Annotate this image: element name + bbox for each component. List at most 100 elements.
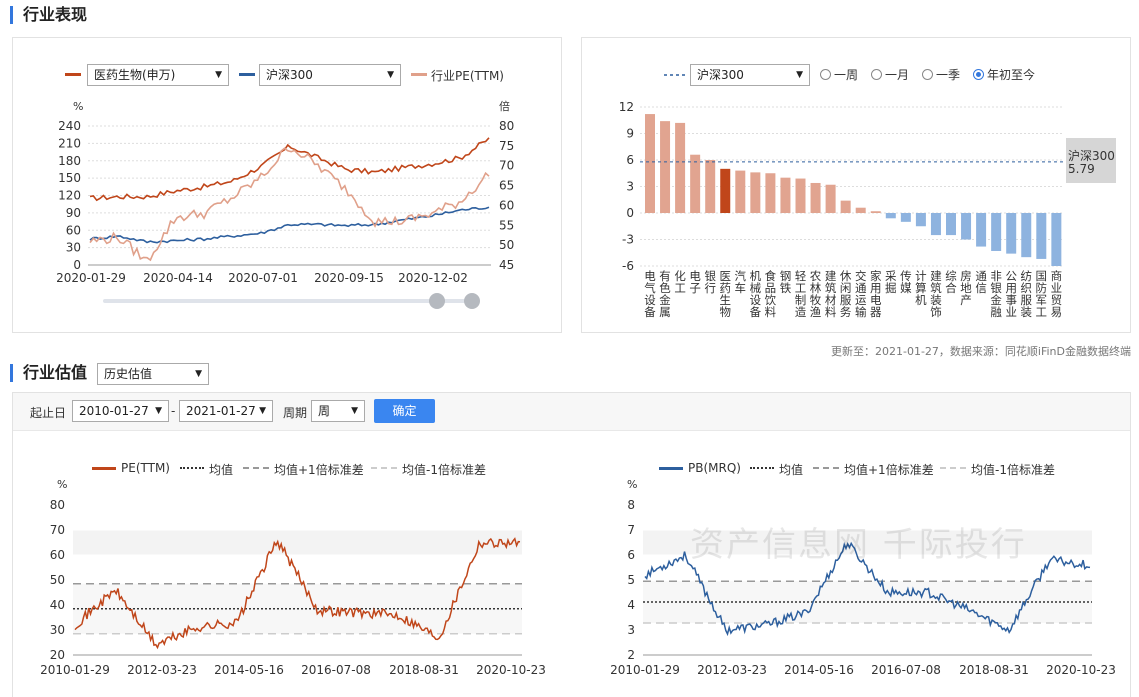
- y-tick-label: 8: [627, 498, 635, 512]
- bar-计算机: [915, 213, 926, 227]
- y-tick-label: 0: [626, 206, 634, 220]
- category-label: 银行: [704, 269, 716, 295]
- bar-汽车: [735, 170, 746, 213]
- bar-建筑装饰: [930, 213, 941, 236]
- y2-tick-label: 80: [499, 119, 514, 133]
- range-slider-track[interactable]: [103, 299, 473, 303]
- category-label: 家用电器: [870, 269, 882, 319]
- category-label: 交通运输: [854, 269, 867, 319]
- section-title-performance: 行业表现: [10, 6, 87, 24]
- bar-银行: [705, 160, 716, 213]
- bar-化工: [675, 122, 686, 213]
- legend-minus-swatch: [940, 467, 966, 469]
- period-value: 周: [318, 404, 331, 418]
- category-label: 商业贸易: [1050, 269, 1063, 319]
- legend-mean-swatch: [750, 467, 774, 469]
- y-tick-label: 240: [58, 119, 81, 133]
- y-tick-label: 60: [50, 548, 65, 562]
- y2-tick-label: 70: [499, 159, 514, 173]
- y-unit: %: [627, 478, 637, 491]
- y-tick-label: 20: [50, 648, 65, 662]
- x-tick-label: 2020-01-29: [56, 271, 126, 285]
- y2-tick-label: 50: [499, 238, 514, 252]
- confirm-button[interactable]: 确定: [374, 399, 435, 423]
- y-tick-label: 30: [66, 241, 81, 255]
- watermark: 资产信息网 千际投行: [690, 525, 1027, 565]
- y-tick-label: -6: [622, 259, 634, 273]
- category-label: 计算机: [915, 269, 927, 307]
- bar-纺织服装: [1021, 213, 1032, 258]
- x-tick-label: 2010-01-29: [40, 663, 110, 677]
- bar-非银金融: [991, 213, 1002, 251]
- category-label: 传媒: [900, 269, 912, 295]
- y-tick-label: 6: [626, 153, 634, 167]
- y-tick-label: 3: [627, 623, 635, 637]
- y-tick-label: 80: [50, 498, 65, 512]
- x-tick-label: 2020-12-02: [398, 271, 468, 285]
- start-date-value: 2010-01-27: [79, 404, 149, 418]
- y-tick-label: 120: [58, 189, 81, 203]
- chevron-down-icon: ▼: [259, 406, 266, 416]
- update-note: 更新至：2021-01-27，数据来源：同花顺iFinD金融数据终端: [830, 345, 1131, 358]
- period-select[interactable]: 周 ▼: [311, 400, 365, 422]
- end-date-select[interactable]: 2021-01-27 ▼: [179, 400, 273, 422]
- category-label: 电子: [689, 269, 701, 295]
- category-label: 机械设备: [749, 269, 762, 319]
- bar-采掘: [885, 213, 896, 219]
- date-range-label: 起止日: [30, 406, 67, 420]
- legend-plus-swatch: [243, 467, 269, 469]
- category-label: 食品饮料: [764, 269, 777, 319]
- y-tick-label: 5: [627, 573, 635, 587]
- bar-交通运输: [855, 207, 866, 213]
- category-label: 汽车: [734, 269, 747, 295]
- bar-家用电器: [870, 211, 881, 213]
- bar-通信: [976, 213, 987, 247]
- category-label: 钢铁: [779, 269, 792, 295]
- category-label: 纺织服装: [1020, 269, 1033, 319]
- x-tick-label: 2020-10-23: [476, 663, 546, 677]
- x-tick-label: 2020-09-15: [314, 271, 384, 285]
- x-tick-label: 2014-05-16: [784, 663, 854, 677]
- chevron-down-icon: ▼: [155, 406, 162, 416]
- y-tick-label: 2: [627, 648, 635, 662]
- y2-tick-label: 45: [499, 258, 514, 272]
- category-label: 有色金属: [659, 269, 671, 319]
- y2-tick-label: 60: [499, 198, 514, 212]
- y-tick-label: 7: [627, 523, 635, 537]
- range-slider-handle-end[interactable]: [464, 293, 480, 309]
- y-tick-label: 40: [50, 598, 65, 612]
- category-label: 建筑材料: [824, 269, 837, 319]
- ranking-panel: 沪深300 ▼ 一周 一月 一季 年初至今 12 9 6 3 0 -3 -6 电气设备 有色金…: [581, 37, 1131, 333]
- period-label: 周期: [283, 406, 308, 420]
- category-label: 建筑装饰: [930, 269, 942, 319]
- reference-tag-value: 5.79: [1068, 162, 1095, 176]
- pb-chart: 8 7 6 5 4 3 2% 2010-01-29 2012-03-23 2014-05-16 20…: [610, 478, 1116, 677]
- start-date-select[interactable]: 2010-01-27 ▼: [72, 400, 169, 422]
- category-label: 化工: [674, 269, 686, 295]
- valuation-mode-select[interactable]: 历史估值 ▼: [97, 363, 209, 385]
- bar-传媒: [900, 213, 911, 222]
- bar-公用事业: [1006, 213, 1017, 254]
- range-slider-handle-start[interactable]: [429, 293, 445, 309]
- y-tick-label: 4: [627, 598, 635, 612]
- right-unit: 倍: [499, 99, 510, 113]
- chevron-down-icon: ▼: [195, 369, 202, 379]
- category-label: 通信: [975, 269, 987, 295]
- bar-轻工制造: [795, 178, 806, 213]
- x-tick-label: 2010-01-29: [610, 663, 680, 677]
- y-tick-label: 50: [50, 573, 65, 587]
- y-tick-label: 3: [626, 180, 634, 194]
- category-label: 非银金融: [990, 269, 1002, 319]
- x-tick-label: 2012-03-23: [697, 663, 767, 677]
- x-tick-label: 2016-07-08: [301, 663, 371, 677]
- bar-房地产: [961, 213, 972, 240]
- x-tick-label: 2016-07-08: [871, 663, 941, 677]
- category-label: 轻工制造: [794, 269, 807, 319]
- x-tick-label: 2020-10-23: [1046, 663, 1116, 677]
- performance-panel: 医药生物(申万) ▼ 沪深300 ▼ 行业PE(TTM) 240 210 180 15…: [12, 37, 562, 333]
- pe-chart: 80 70 60 50 40 30 20% 2010-01-29 2012-03-23 2014-…: [40, 478, 546, 677]
- y-tick-label: 12: [619, 100, 634, 114]
- bar-休闲服务: [840, 200, 851, 213]
- category-label: 房地产: [960, 269, 972, 307]
- end-date-value: 2021-01-27: [186, 404, 256, 418]
